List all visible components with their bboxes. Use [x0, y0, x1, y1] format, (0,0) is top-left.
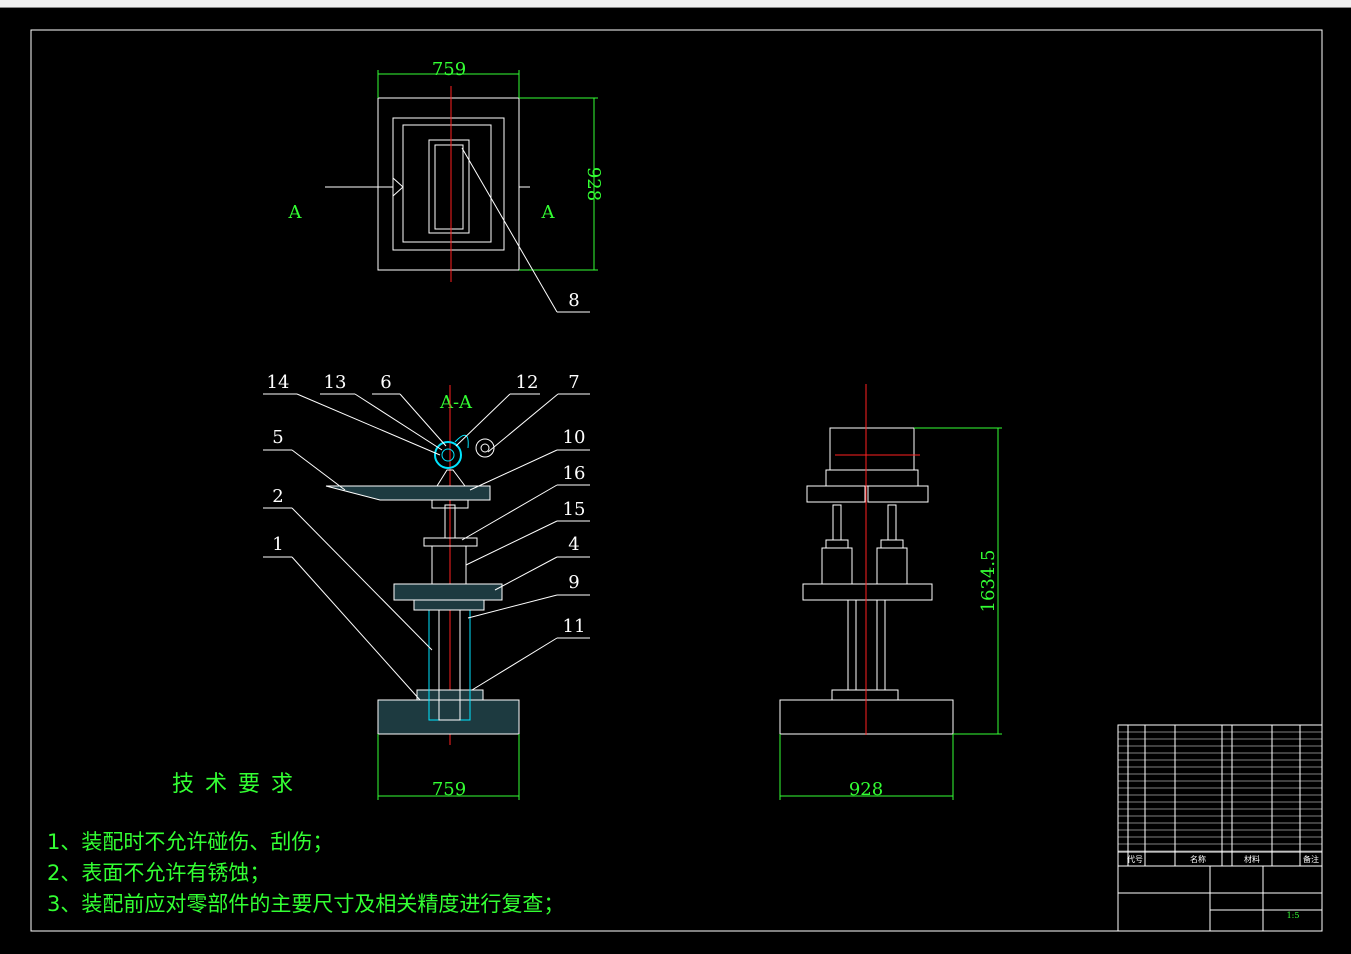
base-flange: [416, 689, 484, 701]
section-width-dim: 759: [432, 779, 466, 800]
roller-hub: [441, 448, 455, 462]
side-rod-left: [832, 504, 842, 541]
balloon-13: 13: [324, 372, 347, 393]
side-lifting-plate: [802, 583, 933, 601]
balloon-2: 2: [272, 486, 283, 507]
leader: [291, 507, 433, 651]
section-mark-a-right: A: [541, 202, 556, 223]
bom-header-name: 名称: [1190, 854, 1206, 864]
balloon-group-right: 12 7 10 16 15 4 9 11: [455, 372, 590, 691]
side-table-right: [867, 485, 929, 503]
leader: [471, 637, 558, 691]
leader: [487, 393, 559, 453]
top-view-width-dim: 759: [432, 59, 466, 80]
side-roller: [829, 427, 915, 471]
side-roller-bracket: [825, 469, 919, 487]
leader-8: [461, 147, 558, 313]
lifting-plate-boss: [413, 599, 485, 611]
bom-header-notes: 备注: [1303, 854, 1319, 864]
top-view-height-dim: 928: [583, 167, 604, 201]
balloon-12: 12: [516, 372, 539, 393]
side-column-left: [847, 599, 857, 691]
balloon-16: 16: [563, 463, 586, 484]
notes-heading: 技 术 要 求: [172, 772, 295, 797]
bom-header-code: 代号: [1127, 854, 1143, 864]
top-view-arm-end: [392, 177, 404, 197]
guide-wheel: [475, 438, 495, 458]
side-base-flange: [831, 689, 899, 701]
leader: [465, 520, 558, 566]
bom-header-material: 材料: [1244, 854, 1260, 864]
side-column-right: [876, 599, 886, 691]
balloon-10: 10: [563, 427, 586, 448]
side-cylinder-right: [876, 547, 908, 585]
note-2: 2、表面不允许有锈蚀；: [47, 861, 271, 885]
balloon-4: 4: [568, 534, 579, 555]
balloon-6: 6: [380, 372, 391, 393]
balloon-11: 11: [563, 616, 586, 637]
side-view[interactable]: 1634.5 928: [779, 384, 1002, 800]
cylinder: [431, 545, 467, 585]
title-block-frame: [1117, 724, 1323, 932]
leader: [354, 393, 443, 451]
leader: [291, 556, 421, 701]
side-rod-right: [887, 504, 897, 541]
side-height-dim: 1634.5: [978, 550, 999, 613]
balloon-group-left: 14 13 6 5 2 1: [263, 372, 447, 701]
top-table: [325, 485, 491, 501]
note-3: 3、装配前应对零部件的主要尺寸及相关精度进行复查；: [47, 892, 565, 916]
side-width-dim: 928: [849, 779, 883, 800]
guide-wheel-hub: [480, 443, 490, 453]
top-view-inner-frame: [402, 124, 492, 243]
balloon-5: 5: [272, 427, 283, 448]
section-title: A-A: [439, 392, 473, 413]
roller-support: [436, 469, 466, 487]
note-1: 1、装配时不允许碰伤、刮伤；: [47, 830, 334, 854]
window-title-bar: [0, 0, 1351, 8]
title-block[interactable]: 代号 名称 材料 备注 1:5: [1117, 724, 1323, 932]
side-table-left: [806, 485, 866, 503]
balloon-8: 8: [568, 290, 579, 311]
section-mark-a-left: A: [288, 202, 303, 223]
balloon-15: 15: [563, 499, 586, 520]
balloon-14: 14: [267, 372, 290, 393]
side-cylinder-cap-right: [880, 539, 904, 549]
leader: [291, 449, 346, 491]
top-view-roller: [434, 144, 464, 230]
balloon-7: 7: [568, 372, 579, 393]
lifting-plate: [393, 583, 503, 601]
leader: [494, 556, 558, 591]
side-cylinder-left: [821, 547, 853, 585]
top-view[interactable]: 759 928 A A 8: [288, 59, 605, 313]
leader: [469, 449, 558, 491]
section-view[interactable]: A-A 759 14 13 6 5 2 1 12 7 10 16 15 4 9 …: [263, 372, 590, 800]
balloon-9: 9: [568, 572, 579, 593]
balloon-1: 1: [272, 534, 283, 555]
cad-drawing-canvas[interactable]: 759 928 A A 8 A-A 759 14 13 6 5 2 1 12 7…: [0, 8, 1351, 954]
base-block: [377, 699, 520, 735]
top-view-frame: [392, 117, 505, 251]
scale-value: 1:5: [1287, 911, 1300, 920]
side-cylinder-cap-left: [825, 539, 849, 549]
